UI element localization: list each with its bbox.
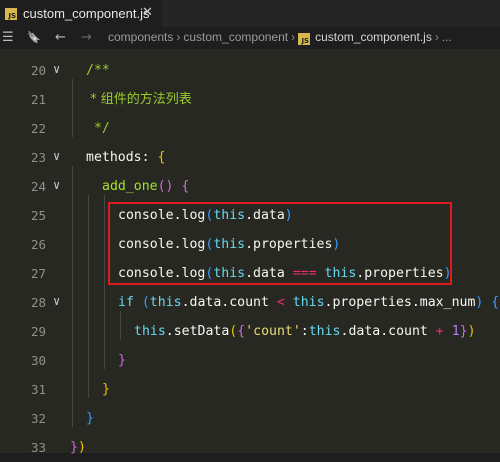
code-line-29: 29 this.setData({'count':this.data.count… <box>0 317 500 346</box>
line-number: 24 <box>30 179 46 194</box>
breadcrumb-item-custom-component[interactable]: custom_component <box>183 30 288 44</box>
property-name: methods <box>86 150 142 165</box>
code-line-21: 21 * 组件的方法列表 <box>0 85 500 114</box>
chevron-right-icon: › <box>176 30 181 44</box>
breadcrumb: components › custom_component › JS custom_com… <box>108 30 452 45</box>
js-file-icon: JS <box>298 33 311 45</box>
breadcrumb-item-file[interactable]: custom_component.js <box>315 30 432 44</box>
code-text: } <box>102 382 110 397</box>
line-number: 21 <box>30 92 46 107</box>
code-text: } <box>86 411 94 426</box>
back-arrow-icon[interactable]: ← <box>55 27 66 49</box>
highlight-box <box>108 202 452 285</box>
breadcrumb-bar: ☰ 🔖 ← → components › custom_component › JS cu… <box>0 27 500 50</box>
code-line-28: 28 ∨ if (this.data.count < this.properti… <box>0 288 500 317</box>
line-number: 30 <box>30 353 46 368</box>
line-number: 23 <box>30 150 46 165</box>
code-line-23: 23 ∨ methods: { <box>0 143 500 172</box>
breadcrumb-item-more[interactable]: ... <box>442 30 452 44</box>
line-number: 28 <box>30 295 46 310</box>
line-number: 25 <box>30 208 46 223</box>
code-text: this.setData({'count':this.data.count + … <box>134 324 476 339</box>
code-line-30: 30 } <box>0 346 500 375</box>
fold-chevron-icon[interactable]: ∨ <box>53 288 60 315</box>
comment-text: /** <box>86 63 110 78</box>
line-number: 33 <box>30 440 46 455</box>
line-number: 22 <box>30 121 46 136</box>
chevron-right-icon: › <box>291 30 296 44</box>
tab-label: custom_component.js <box>23 6 150 21</box>
line-number: 29 <box>30 324 46 339</box>
comment-text: */ <box>86 121 110 136</box>
comment-text: * 组件的方法列表 <box>86 92 192 107</box>
breadcrumb-item-components[interactable]: components <box>108 30 173 44</box>
fold-chevron-icon[interactable]: ∨ <box>53 56 60 83</box>
line-number: 31 <box>30 382 46 397</box>
line-number: 26 <box>30 237 46 252</box>
fold-chevron-icon[interactable]: ∨ <box>53 143 60 170</box>
tab-bar: JS custom_component.js ✕ <box>0 0 500 28</box>
fold-chevron-icon[interactable]: ∨ <box>53 172 60 199</box>
forward-arrow-icon[interactable]: → <box>81 27 92 49</box>
code-line-31: 31 } <box>0 375 500 404</box>
js-file-icon: JS <box>5 8 17 20</box>
code-line-33: 33 }) <box>0 433 500 462</box>
tab-custom-component-js[interactable]: JS custom_component.js ✕ <box>0 0 162 27</box>
code-line-20: 20 ∨ /** <box>0 56 500 85</box>
chevron-right-icon: › <box>434 30 439 44</box>
code-text: add_one() { <box>102 179 190 194</box>
close-icon[interactable]: ✕ <box>142 5 153 20</box>
code-line-22: 22 */ <box>0 114 500 143</box>
code-text: if (this.data.count < this.properties.ma… <box>118 295 500 310</box>
code-text: }) <box>70 440 86 455</box>
bookmark-icon[interactable]: 🔖 <box>27 27 41 49</box>
code-text: } <box>118 353 126 368</box>
line-number: 27 <box>30 266 46 281</box>
line-number: 32 <box>30 411 46 426</box>
code-text: methods: { <box>86 150 166 165</box>
method-name: add_one <box>102 179 158 194</box>
code-line-32: 32 } <box>0 404 500 433</box>
menu-icon[interactable]: ☰ <box>2 27 14 49</box>
code-editor[interactable]: 20 ∨ /** 21 * 组件的方法列表 22 */ 23 ∨ methods… <box>0 50 500 455</box>
code-line-24: 24 ∨ add_one() { <box>0 172 500 201</box>
line-number: 20 <box>30 63 46 78</box>
